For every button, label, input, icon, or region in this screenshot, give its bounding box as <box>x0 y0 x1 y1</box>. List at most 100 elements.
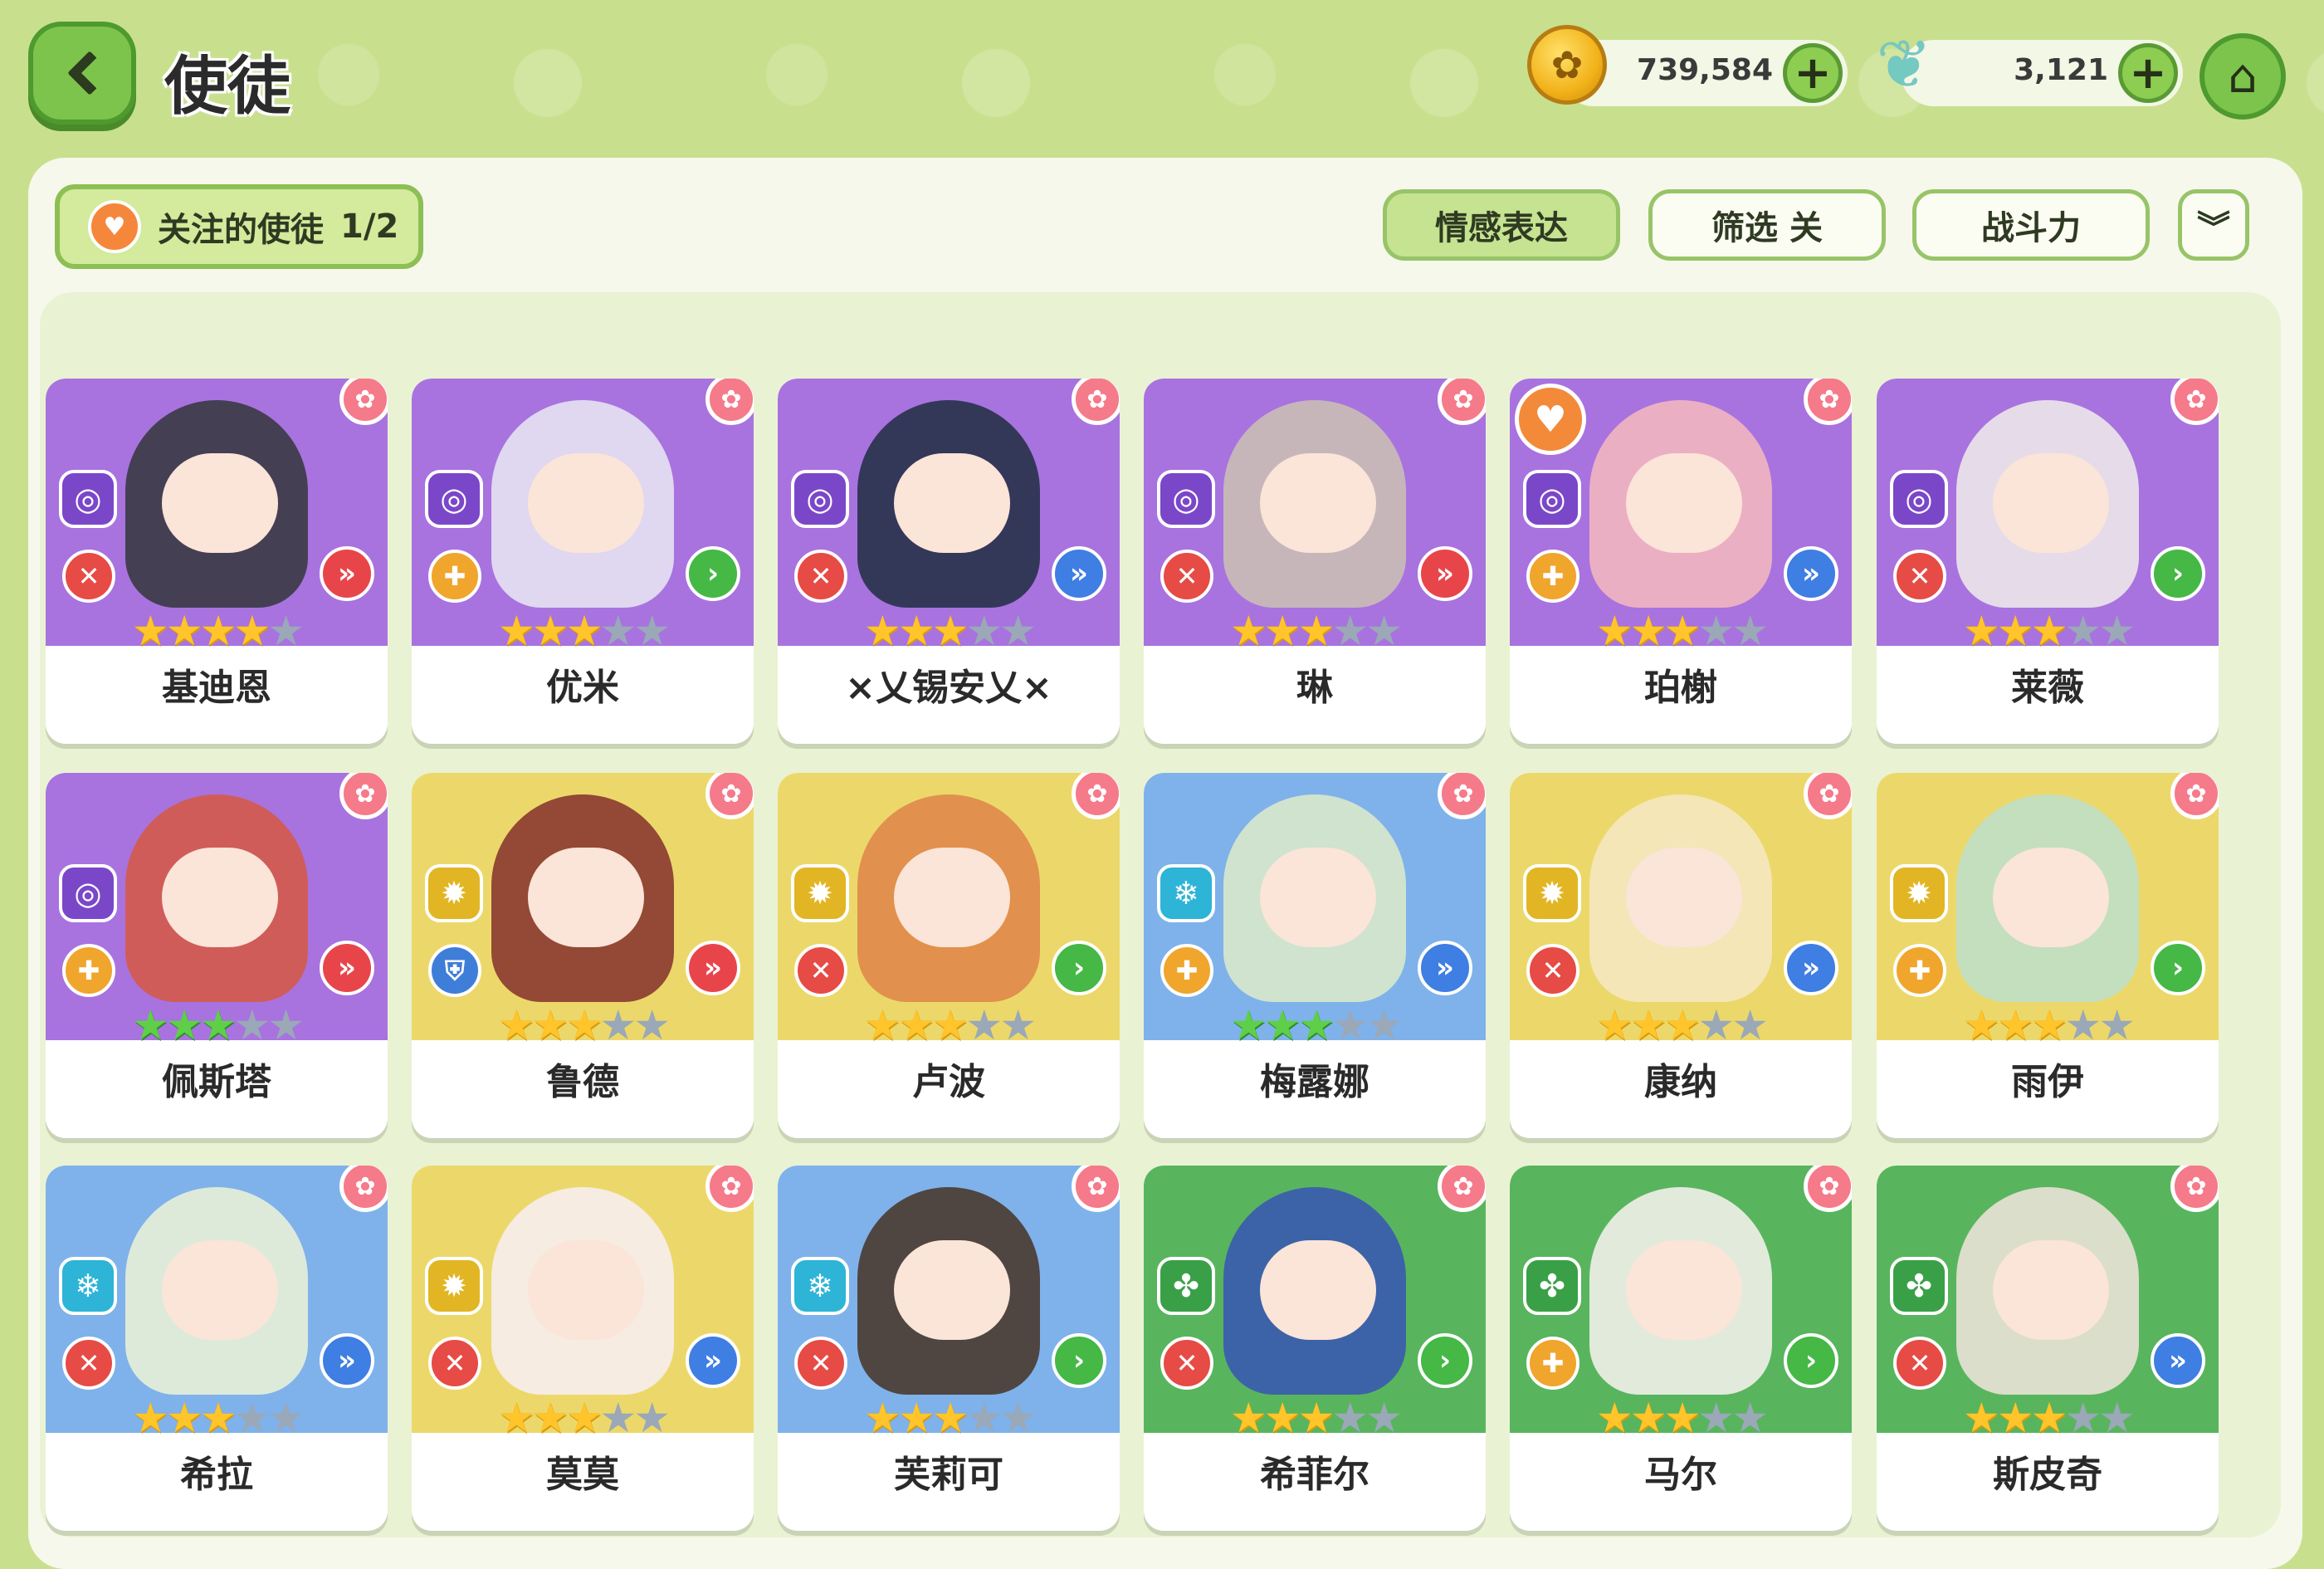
star-rating: ★★★★★ <box>778 1395 1120 1441</box>
star-rating: ★★★★★ <box>1877 608 2219 654</box>
apostle-card[interactable]: ◎ ✕» ✿ ★★★★★ 琳 <box>1144 379 1486 744</box>
apostle-card[interactable]: ◎ ✕» ✿ ★★★★★ ×乂锡安乂× <box>778 379 1120 744</box>
character-face <box>1626 453 1742 553</box>
star-empty-icon: ★ <box>2064 1001 2102 1049</box>
apostle-card[interactable]: ✤ ✚ › ✿ ★★★★★ 马尔 <box>1510 1166 1852 1531</box>
sun-element-icon: ✹ <box>1890 864 1948 922</box>
star-empty-icon: ★ <box>1331 1394 1369 1442</box>
position-arrow-icon: » <box>2151 1333 2205 1388</box>
character-face <box>1993 848 2109 947</box>
star-filled-icon: ★ <box>1263 1394 1301 1442</box>
character-face <box>528 1240 644 1340</box>
star-empty-icon: ★ <box>599 607 637 655</box>
star-filled-icon: ★ <box>1663 1001 1702 1049</box>
crossed-swords-role-icon: ✕ <box>1160 1337 1213 1390</box>
star-empty-icon: ★ <box>633 1001 671 1049</box>
star-filled-icon: ★ <box>1629 607 1667 655</box>
apostle-name: ×乂锡安乂× <box>845 667 1052 709</box>
apostle-card[interactable]: ◎ ✚» ✿ ♥ ★★★★★ 珀榭 <box>1510 379 1852 744</box>
star-empty-icon: ★ <box>999 607 1037 655</box>
apostle-card[interactable]: ❄ ✕ › ✿ ★★★★★ 芙莉可 <box>778 1166 1120 1531</box>
emotion-toggle-button[interactable]: 情感表达 <box>1383 189 1620 261</box>
star-filled-icon: ★ <box>1595 1001 1633 1049</box>
apostle-card[interactable]: ◎ ✚ › ✿ ★★★★★ 优米 <box>412 379 754 744</box>
star-empty-icon: ★ <box>1697 607 1735 655</box>
apostle-card[interactable]: ✹ ✚ › ✿ ★★★★★ 雨伊 <box>1877 773 2219 1138</box>
character-face <box>1993 1240 2109 1340</box>
star-filled-icon: ★ <box>1595 607 1633 655</box>
back-button[interactable] <box>28 22 136 125</box>
star-filled-icon: ★ <box>131 1001 169 1049</box>
crossed-swords-role-icon: ✕ <box>794 550 847 603</box>
apostle-name: 马尔 <box>1644 1454 1717 1496</box>
apostle-name: 鲁德 <box>546 1061 619 1103</box>
apostle-card[interactable]: ✹ ⛨» ✿ ★★★★★ 鲁德 <box>412 773 754 1138</box>
apostle-card[interactable]: ◎ ✚» ✿ ★★★★★ 佩斯塔 <box>46 773 388 1138</box>
add-crystal-button[interactable]: + <box>2118 43 2178 103</box>
star-filled-icon: ★ <box>1663 607 1702 655</box>
star-empty-icon: ★ <box>999 1394 1037 1442</box>
spiral-element-icon: ◎ <box>59 864 117 922</box>
star-empty-icon: ★ <box>1697 1001 1735 1049</box>
position-arrow-icon: › <box>1418 1333 1472 1388</box>
sun-element-icon: ✹ <box>791 864 849 922</box>
star-filled-icon: ★ <box>1996 607 2034 655</box>
apostle-grid: ◎ ✕» ✿ ★★★★★ 基迪恩 ◎ ✚ › ✿ ★★★★★ 优米 ◎ ✕» ✿ ★★★★★ ×乂锡安乂× ◎ ✕… <box>40 292 2281 1537</box>
apostle-card[interactable]: ✹ ✕» ✿ ★★★★★ 康纳 <box>1510 773 1852 1138</box>
star-filled-icon: ★ <box>1263 607 1301 655</box>
position-arrow-icon: › <box>686 546 740 601</box>
star-empty-icon: ★ <box>633 607 671 655</box>
apostle-card[interactable]: ❄ ✕» ✿ ★★★★★ 希拉 <box>46 1166 388 1531</box>
followed-apostles-button[interactable]: ♥ 关注的使徒 1/2 <box>55 184 423 269</box>
star-filled-icon: ★ <box>1263 1001 1301 1049</box>
add-gold-button[interactable]: + <box>1783 43 1843 103</box>
apostle-card[interactable]: ✹ ✕» ✿ ★★★★★ 莫莫 <box>412 1166 754 1531</box>
star-filled-icon: ★ <box>565 1394 603 1442</box>
apostle-card[interactable]: ✹ ✕ › ✿ ★★★★★ 卢波 <box>778 773 1120 1138</box>
position-arrow-icon: › <box>2151 941 2205 995</box>
crystal-leaf-icon: ❦ <box>1876 26 1932 103</box>
filter-button[interactable]: 筛选 关 <box>1648 189 1886 261</box>
apostle-card[interactable]: ◎ ✕ › ✿ ★★★★★ 莱薇 <box>1877 379 2219 744</box>
star-empty-icon: ★ <box>1331 1001 1369 1049</box>
star-filled-icon: ★ <box>863 1394 901 1442</box>
apostle-card[interactable]: ✤ ✕» ✿ ★★★★★ 斯皮奇 <box>1877 1166 2219 1531</box>
sort-power-button[interactable]: 战斗力 <box>1912 189 2150 261</box>
star-filled-icon: ★ <box>897 1001 935 1049</box>
star-filled-icon: ★ <box>2030 1001 2068 1049</box>
double-chevron-down-icon: ︾ <box>2197 209 2230 247</box>
star-empty-icon: ★ <box>1365 1001 1403 1049</box>
star-rating: ★★★★★ <box>412 1395 754 1441</box>
apostle-card[interactable]: ✤ ✕ › ✿ ★★★★★ 希菲尔 <box>1144 1166 1486 1531</box>
position-arrow-icon: › <box>1052 941 1106 995</box>
apostle-card[interactable]: ❄ ✚» ✿ ★★★★★ 梅露娜 <box>1144 773 1486 1138</box>
character-face <box>528 848 644 947</box>
gold-coin-icon: ✿ <box>1527 25 1607 105</box>
apostle-card[interactable]: ◎ ✕» ✿ ★★★★★ 基迪恩 <box>46 379 388 744</box>
crossed-swords-role-icon: ✕ <box>1160 550 1213 603</box>
apostle-name: 莱薇 <box>2011 667 2084 709</box>
star-filled-icon: ★ <box>1595 1394 1633 1442</box>
star-filled-icon: ★ <box>165 1394 203 1442</box>
home-button[interactable]: ⌂ <box>2200 33 2286 120</box>
expand-sort-button[interactable]: ︾ <box>2178 189 2249 261</box>
apostle-name: 莫莫 <box>546 1454 619 1496</box>
crossed-swords-role-icon: ✕ <box>1893 550 1946 603</box>
apostle-name: 基迪恩 <box>162 667 271 709</box>
star-rating: ★★★★★ <box>46 1002 388 1048</box>
character-face <box>162 848 278 947</box>
position-arrow-icon: » <box>1418 941 1472 995</box>
star-empty-icon: ★ <box>2098 1394 2136 1442</box>
back-chevron-icon <box>67 51 112 95</box>
star-rating: ★★★★★ <box>778 608 1120 654</box>
shield-role-icon: ⛨ <box>428 944 481 997</box>
position-arrow-icon: » <box>1784 941 1838 995</box>
star-empty-icon: ★ <box>267 1001 305 1049</box>
star-rating: ★★★★★ <box>46 1395 388 1441</box>
apostle-name: 希菲尔 <box>1260 1454 1370 1496</box>
star-rating: ★★★★★ <box>1510 1395 1852 1441</box>
star-filled-icon: ★ <box>497 607 535 655</box>
crossed-swords-role-icon: ✕ <box>1526 944 1579 997</box>
apostle-name: 佩斯塔 <box>162 1061 271 1103</box>
gold-amount: 739,584 <box>1637 53 1773 87</box>
